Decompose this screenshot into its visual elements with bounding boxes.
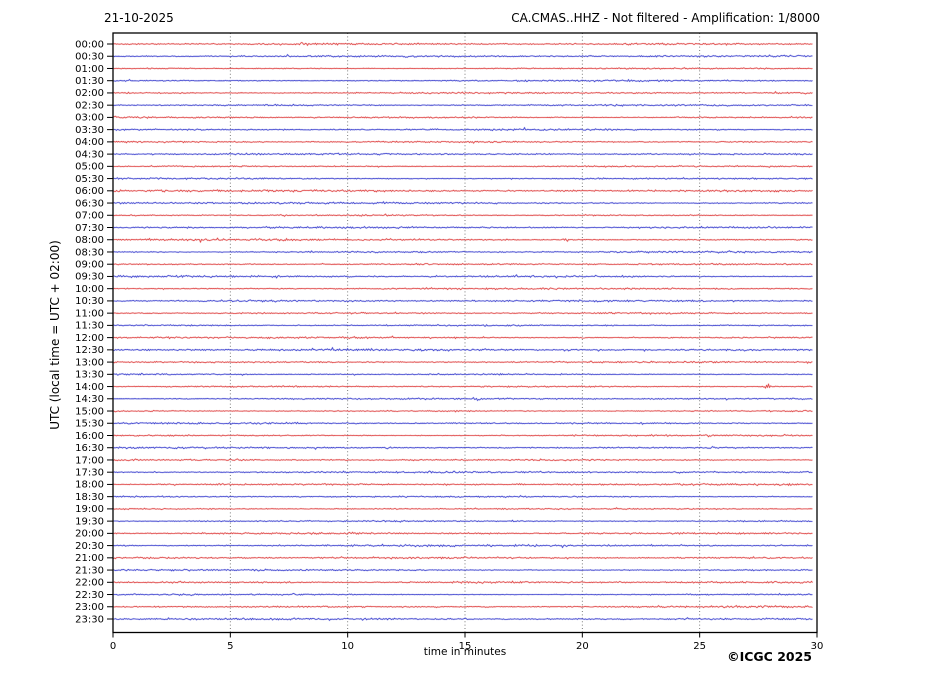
y-tick-label: 14:00 [75, 382, 104, 393]
y-tick-label: 06:00 [75, 186, 104, 197]
y-tick-label: 05:30 [75, 174, 104, 185]
y-tick-label: 18:00 [75, 480, 104, 491]
grid-lines [229, 33, 701, 633]
y-tick-label: 00:00 [75, 39, 104, 50]
y-tick-label: 22:00 [75, 578, 104, 589]
y-tick-label: 12:30 [75, 345, 104, 356]
y-tick-label: 23:00 [75, 602, 104, 613]
y-tick-label: 17:00 [75, 455, 104, 466]
y-tick-label: 11:30 [75, 321, 104, 332]
y-tick-label: 20:30 [75, 541, 104, 552]
trace-fuzz-20:30 [113, 543, 813, 549]
trace-09:30 [113, 274, 813, 279]
y-tick-label: 03:00 [75, 113, 104, 124]
x-tick-label: 0 [110, 641, 116, 652]
y-tick-label: 04:00 [75, 137, 104, 148]
x-tick-label: 5 [227, 641, 233, 652]
y-tick-label: 02:00 [75, 88, 104, 99]
helicorder-plot: 00:00 00:3001:0001:3002:00 02:3003:0003:30… [75, 32, 824, 652]
y-tick-label: 07:00 [75, 211, 104, 222]
trace-fuzz-14:00 [113, 383, 813, 389]
x-axis-label: time in minutes [423, 646, 507, 658]
y-tick-label: 01:30 [75, 76, 104, 87]
y-tick-label: 00:30 [75, 52, 104, 63]
y-tick-label: 04:30 [75, 149, 104, 160]
y-tick-label: 20:00 [75, 529, 104, 540]
y-tick-label: 22:30 [75, 590, 104, 601]
y-tick-label: 01:00 [75, 64, 104, 75]
y-tick-label: 16:30 [75, 443, 104, 454]
y-tick-label: 15:30 [75, 419, 104, 430]
y-tick-label: 23:30 [75, 614, 104, 625]
y-tick-label: 17:30 [75, 468, 104, 479]
y-tick-label: 06:30 [75, 198, 104, 209]
y-tick-label: 13:00 [75, 357, 104, 368]
y-tick-label: 08:30 [75, 247, 104, 258]
y-tick-label: 21:00 [75, 553, 104, 564]
y-tick-label: 09:30 [75, 272, 104, 283]
y-tick-label: 16:00 [75, 431, 104, 442]
seismogram-figure: 21-10-2025 CA.CMAS..HHZ - Not filtered -… [0, 0, 927, 696]
y-tick-label: 05:00 [75, 162, 104, 173]
y-tick-label: 09:00 [75, 260, 104, 271]
y-tick-label: 08:00 [75, 235, 104, 246]
y-tick-label: 19:30 [75, 516, 104, 527]
y-tick-label: 07:30 [75, 223, 104, 234]
y-tick-label: 10:30 [75, 296, 104, 307]
trace-rows [112, 41, 814, 622]
y-tick-label: 15:00 [75, 406, 104, 417]
x-tick-label: 25 [693, 641, 706, 652]
y-tick-label: 21:30 [75, 565, 104, 576]
y-tick-label: 18:30 [75, 492, 104, 503]
y-tick-label: 13:30 [75, 370, 104, 381]
y-axis: 00:00 00:3001:0001:3002:00 02:3003:0003:30… [75, 39, 113, 625]
y-tick-label: 12:00 [75, 333, 104, 344]
y-tick-label: 14:30 [75, 394, 104, 405]
y-tick-label: 19:00 [75, 504, 104, 515]
x-tick-label: 30 [811, 641, 824, 652]
y-tick-label: 11:00 [75, 308, 104, 319]
y-tick-label: 10:00 [75, 284, 104, 295]
x-tick-label: 20 [576, 641, 589, 652]
copyright-credit: ©ICGC 2025 [727, 649, 812, 664]
y-tick-label: 03:30 [75, 125, 104, 136]
y-tick-label: 02:30 [75, 101, 104, 112]
x-tick-label: 10 [341, 641, 354, 652]
